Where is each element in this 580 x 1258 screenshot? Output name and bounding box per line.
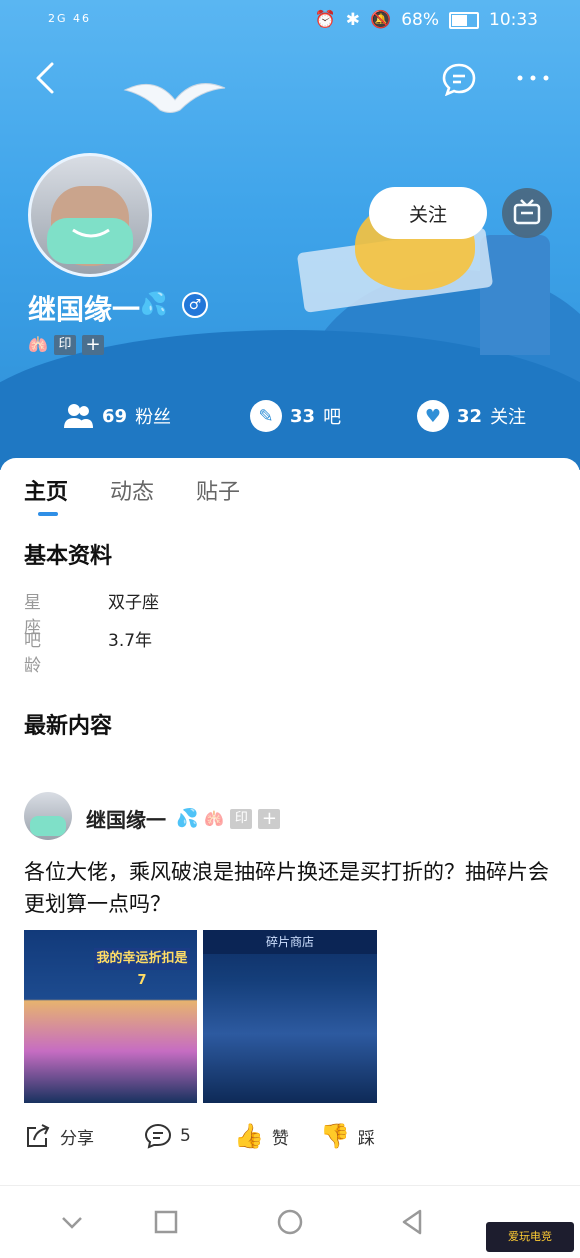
bluetooth-icon: ✱ (345, 10, 361, 30)
lungs-icon: 🫁 (204, 808, 225, 828)
lungs-icon: 🫁 (28, 335, 48, 354)
people-icon (64, 404, 93, 428)
clock: 10:33 (489, 10, 538, 30)
comment-button[interactable]: 5 (144, 1122, 191, 1150)
thumbs-up-icon: 👍 (234, 1122, 264, 1150)
heart-icon: ♥ (417, 400, 449, 432)
fans-count: 69 (102, 405, 128, 427)
dislike-button[interactable]: 👎 踩 (320, 1122, 375, 1150)
post-author-badges: 💦 🫁 印 + (176, 808, 281, 829)
following-stat[interactable]: ♥ 32 关注 (417, 400, 526, 432)
content-card: 主页 动态 贴子 基本资料 星座 双子座 吧龄 3.7年 最新内容 继国缘一 💦… (0, 458, 580, 1257)
dislike-label: 踩 (357, 1128, 375, 1149)
droplet-icon: 💦 (140, 292, 168, 317)
signal-indicator: 2G 46 (48, 12, 92, 25)
avatar-mask (47, 218, 133, 264)
like-label: 赞 (271, 1128, 289, 1149)
avatar-mask-smile (72, 228, 110, 238)
tv-icon (513, 199, 541, 225)
seagull-decoration (123, 83, 226, 113)
battery-icon (449, 11, 479, 29)
basic-info-title: 基本资料 (24, 544, 113, 569)
pencil-icon: ✎ (250, 400, 282, 432)
nav-back-button[interactable] (398, 1208, 426, 1236)
profile-header: 2G 46 ⏰ ✱ 🔕 68% 10:33 关注 继国缘一 � (0, 0, 580, 470)
post-image-2[interactable]: 碎片商店 (203, 930, 377, 1103)
recent-apps-button[interactable] (152, 1208, 180, 1236)
watermark-logo: 爱玩电竞 (486, 1222, 574, 1252)
badge-add: + (258, 808, 281, 829)
mute-icon: 🔕 (370, 10, 392, 30)
follow-button[interactable]: 关注 (369, 187, 487, 239)
chevron-down-icon[interactable] (58, 1208, 86, 1236)
post-author-name[interactable]: 继国缘一 (86, 804, 166, 833)
profile-tabs: 主页 动态 贴子 (24, 474, 240, 516)
fans-stat[interactable]: 69 粉丝 (62, 400, 171, 432)
following-label: 关注 (490, 407, 527, 428)
profile-username: 继国缘一 (28, 293, 141, 326)
post-author-avatar[interactable] (24, 792, 72, 840)
tab-activity[interactable]: 动态 (110, 474, 154, 506)
latest-content-title: 最新内容 (24, 714, 113, 739)
info-key: 吧龄 (24, 631, 53, 676)
avatar[interactable] (28, 153, 152, 277)
status-bar: 2G 46 ⏰ ✱ 🔕 68% 10:33 (0, 10, 580, 34)
info-row: 吧龄 3.7年 (24, 626, 152, 676)
lighthouse-decoration (480, 235, 550, 355)
badge-add[interactable]: + (82, 335, 104, 355)
post-image-caption: 我的幸运折扣是 7 (94, 948, 190, 988)
droplet-icon: 💦 (176, 808, 199, 829)
share-icon (27, 1124, 50, 1147)
post-image-caption: 碎片商店 (203, 930, 377, 954)
tab-posts[interactable]: 贴子 (196, 474, 240, 506)
home-button[interactable] (276, 1208, 304, 1236)
more-options-icon[interactable] (515, 70, 551, 86)
share-button[interactable]: 分享 (24, 1122, 94, 1150)
comment-icon (144, 1123, 172, 1149)
following-count: 32 (457, 405, 483, 427)
thumbs-down-icon: 👎 (320, 1122, 350, 1150)
bars-count: 33 (290, 405, 316, 427)
post-actions: 分享 5 👍 赞 👎 踩 (24, 1122, 564, 1152)
info-value: 3.7年 (108, 631, 153, 651)
bars-stat[interactable]: ✎ 33 吧 (250, 400, 341, 432)
share-label: 分享 (60, 1128, 94, 1149)
male-gender-icon: ♂ (182, 292, 208, 318)
message-icon[interactable] (441, 62, 477, 96)
like-button[interactable]: 👍 赞 (234, 1122, 289, 1150)
avatar-mask (30, 816, 66, 836)
badge-yin: 印 (230, 808, 253, 829)
tab-home[interactable]: 主页 (24, 474, 68, 516)
fans-label: 粉丝 (135, 407, 172, 428)
badge-yin[interactable]: 印 (54, 335, 76, 355)
alarm-icon: ⏰ (314, 10, 336, 30)
back-button[interactable] (30, 60, 60, 96)
live-tv-button[interactable] (502, 188, 552, 238)
profile-stats: 69 粉丝 ✎ 33 吧 ♥ 32 关注 (0, 400, 580, 434)
post-image-1[interactable]: 我的幸运折扣是 7 (24, 930, 197, 1103)
bars-label: 吧 (323, 407, 342, 428)
profile-badges: 🫁 印 + (28, 335, 104, 355)
comment-count: 5 (180, 1126, 191, 1146)
battery-percent: 68% (401, 10, 439, 30)
post-text[interactable]: 各位大佬，乘风破浪是抽碎片换还是买打折的？抽碎片会更划算一点吗？ (24, 856, 554, 920)
